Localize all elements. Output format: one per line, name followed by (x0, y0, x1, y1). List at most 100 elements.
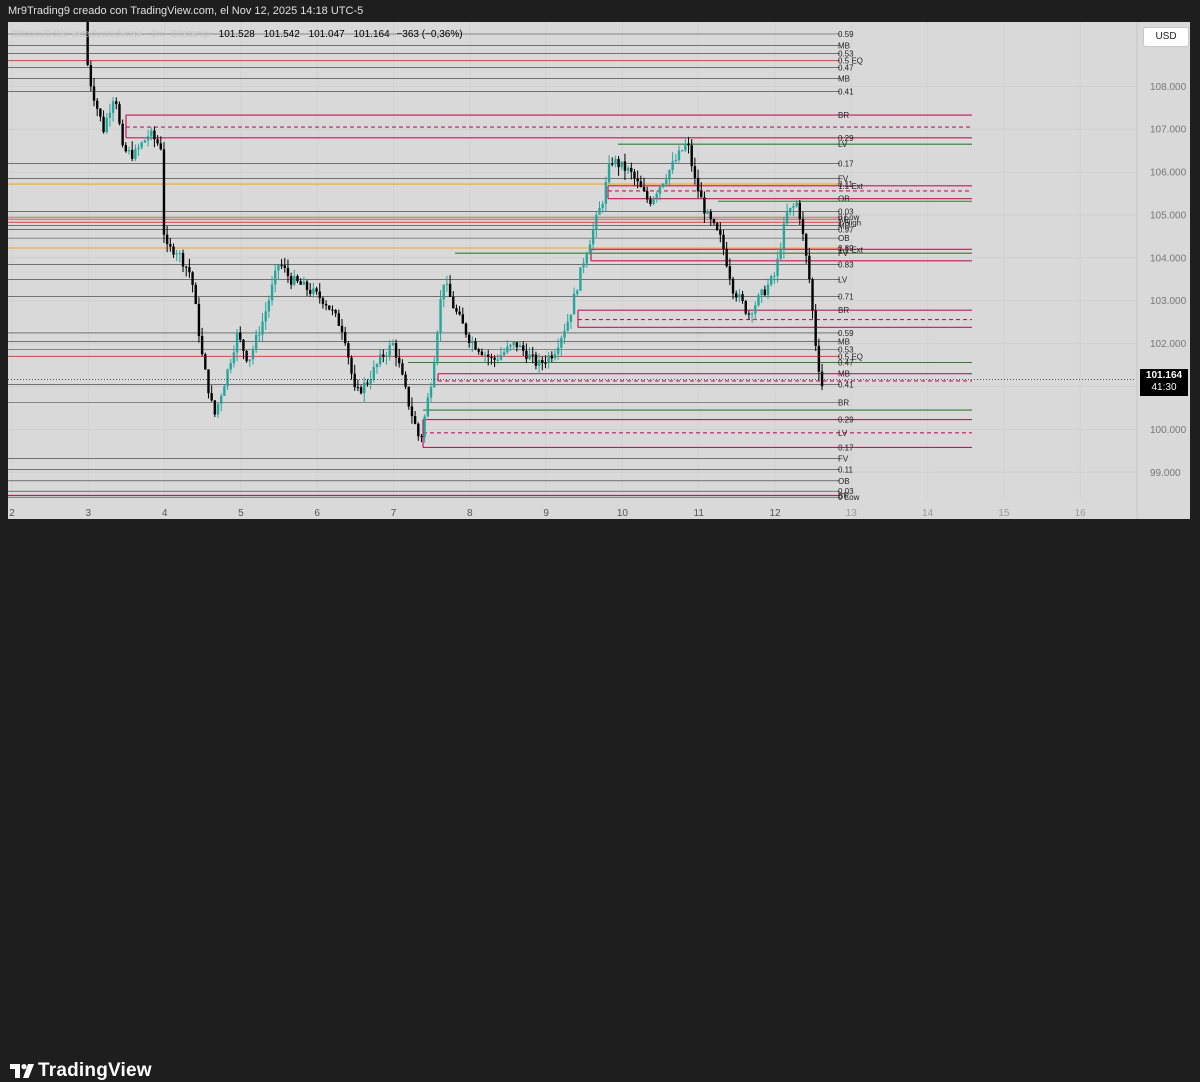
x-tick-label: 15 (998, 508, 1010, 519)
candle-body (343, 331, 347, 344)
candle-body (334, 310, 337, 314)
level-label: OB (838, 234, 850, 243)
y-tick-label: 105.000 (1150, 210, 1187, 221)
candle-body (207, 369, 210, 394)
candle-body (394, 343, 398, 358)
candle-body (366, 382, 369, 384)
candle-body (118, 104, 121, 124)
level-label: LV (838, 275, 848, 284)
candle-body (258, 334, 261, 336)
candle-body (296, 275, 299, 282)
candle-body (649, 199, 652, 205)
candle-body (738, 294, 741, 298)
candle-body (420, 436, 423, 438)
candle-body (331, 309, 334, 311)
level-label: 0.71 (838, 292, 854, 301)
candle-body (474, 341, 477, 350)
candle-body (283, 265, 286, 268)
candle-body (696, 177, 700, 192)
candle-body (267, 300, 271, 312)
candle-body (700, 191, 703, 198)
candle-body (623, 161, 627, 171)
candle-body (204, 354, 207, 370)
candle-body (464, 323, 468, 335)
candle-body (537, 360, 541, 366)
candle-body (808, 255, 811, 280)
candle-body (684, 143, 687, 151)
candle-body (636, 178, 639, 182)
price-chart[interactable]: 108.000 107.000 106.000 105.000 104.000 103.0… (0, 22, 1200, 522)
candle-body (150, 130, 153, 137)
candle-body (633, 171, 636, 179)
candle-body (652, 197, 655, 205)
candle-body (369, 379, 372, 384)
candle-body (706, 211, 709, 214)
level-label: LV (838, 429, 848, 438)
candle-body (563, 330, 566, 338)
candle-body (277, 265, 280, 271)
x-tick-label: 13 (846, 508, 858, 519)
candle-body (560, 337, 563, 348)
candle-body (162, 149, 166, 235)
last-price-badge: 101.164 41:30 (1140, 369, 1188, 396)
candle-body (522, 345, 525, 351)
candle-body (620, 161, 623, 168)
level-label: 0.17 (838, 443, 854, 452)
candle-body (378, 354, 382, 365)
candle-body (108, 112, 112, 118)
level-label: 0 Low (838, 493, 860, 502)
candle-body (89, 64, 93, 87)
x-tick-label: 7 (391, 508, 397, 519)
candle-body (442, 284, 445, 300)
candle-body (407, 386, 410, 407)
candle-body (181, 253, 185, 267)
candle-body (607, 163, 611, 183)
candle-body (817, 345, 821, 372)
currency-button[interactable]: USD (1143, 27, 1189, 47)
candle-body (191, 272, 194, 285)
candle-body (254, 334, 258, 349)
level-label: 0.41 (838, 380, 854, 389)
candle-body (315, 288, 318, 292)
candle-body (270, 284, 274, 301)
candle-body (239, 332, 242, 340)
x-tick-label: 11 (694, 508, 705, 519)
candle-body (541, 360, 544, 363)
candle-body (671, 161, 674, 170)
candle-body (124, 145, 128, 152)
candle-body (156, 139, 159, 144)
candle-body (687, 143, 690, 146)
chart-area[interactable]: 108.000 107.000 106.000 105.000 104.000 103.0… (0, 22, 1200, 522)
candle-body (795, 202, 798, 207)
candle-body (677, 150, 681, 161)
candle-body (328, 305, 331, 310)
candle-body (804, 234, 808, 256)
candle-body (188, 267, 191, 273)
candle-body (248, 359, 252, 362)
candle-body (423, 416, 426, 438)
candle-body (375, 364, 379, 368)
candle-body (556, 347, 560, 354)
level-label: BR (838, 111, 849, 120)
candle-body (274, 270, 277, 285)
footer: TradingView (0, 522, 1200, 1081)
candle-body (576, 290, 579, 294)
candle-body (302, 281, 306, 285)
candle-body (645, 190, 649, 200)
candle-body (490, 357, 493, 359)
candle-body (782, 223, 786, 250)
ohlc-legend: Bitcoin/Dólar estadounidense · 1h · Bits… (12, 29, 463, 40)
candle-body (223, 386, 226, 396)
candle-body (680, 150, 684, 152)
candle-body (617, 158, 620, 168)
candle-body (747, 313, 751, 315)
candle-body (668, 169, 671, 180)
candle-body (111, 101, 115, 113)
candle-body (264, 311, 267, 322)
candle-body (216, 403, 220, 415)
candle-body (496, 359, 499, 361)
candle-body (347, 343, 350, 358)
candle-body (245, 350, 248, 362)
candle-body (382, 354, 385, 357)
x-tick-label: 4 (162, 508, 168, 519)
